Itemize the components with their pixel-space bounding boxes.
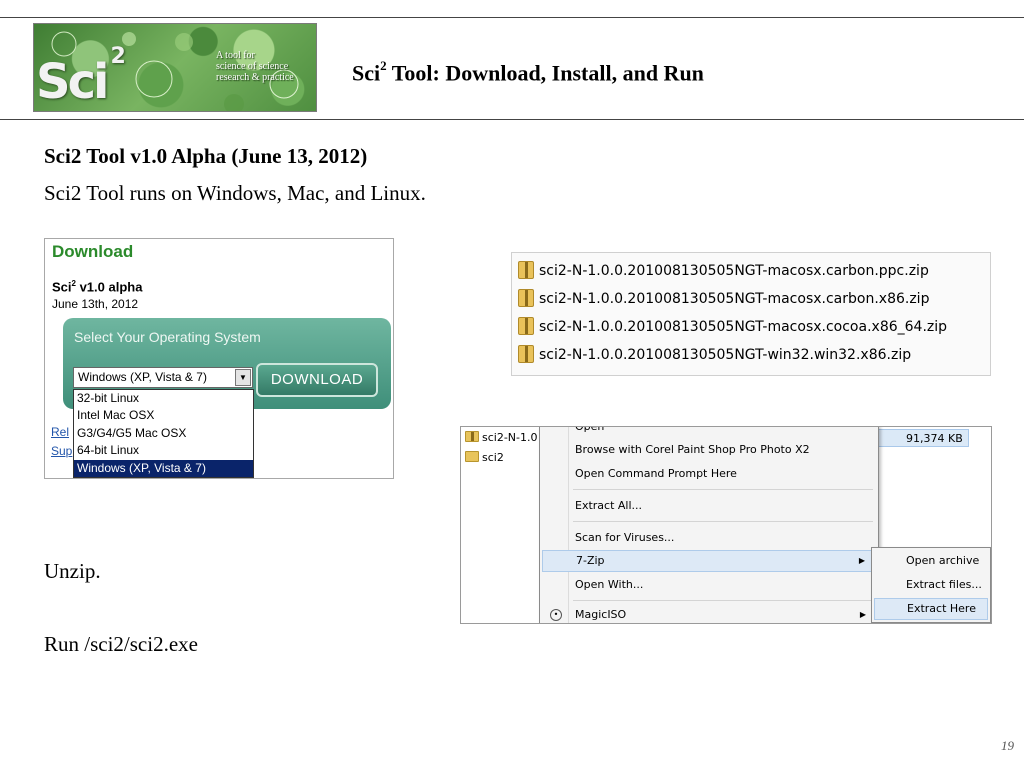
- folder-icon: [465, 451, 479, 462]
- menu-item-magiciso[interactable]: • MagicISO ▶: [542, 604, 874, 623]
- zip-folder-icon: [518, 317, 534, 335]
- zip-file-row[interactable]: sci2-N-1.0.0.201008130505NGT-macosx.carb…: [518, 287, 929, 311]
- zip-file-row[interactable]: sci2-N-1.0.0.201008130505NGT-macosx.coco…: [518, 315, 947, 339]
- os-select-value: Windows (XP, Vista & 7): [78, 370, 207, 384]
- download-panel: Download Sci2 v1.0 alpha June 13th, 2012…: [44, 238, 394, 479]
- logo-tagline: A tool for science of science research &…: [216, 50, 294, 83]
- os-option-intel-mac[interactable]: Intel Mac OSX: [74, 407, 253, 424]
- os-option-32bit-linux[interactable]: 32-bit Linux: [74, 390, 253, 407]
- menu-separator: [573, 489, 873, 490]
- dropdown-arrow-icon[interactable]: ▼: [235, 369, 251, 386]
- header-rule: [0, 119, 1024, 120]
- zip-file-row[interactable]: sci2-N-1.0.0.201008130505NGT-win32.win32…: [518, 343, 911, 367]
- context-menu: Open Browse with Corel Paint Shop Pro Ph…: [539, 427, 879, 623]
- zip-folder-icon: [518, 345, 534, 363]
- os-dropdown-list: 32-bit Linux Intel Mac OSX G3/G4/G5 Mac …: [73, 389, 254, 478]
- run-instruction: Run /sci2/sci2.exe: [44, 632, 198, 656]
- os-option-ppc-mac[interactable]: G3/G4/G5 Mac OSX: [74, 425, 253, 442]
- menu-item-open[interactable]: Open: [542, 427, 874, 438]
- menu-item-command-prompt[interactable]: Open Command Prompt Here: [542, 463, 874, 485]
- sci2-logo: Sci 2 A tool for science of science resea…: [33, 23, 317, 112]
- release-date: June 13th, 2012: [52, 297, 139, 311]
- support-link[interactable]: Sup: [51, 444, 72, 458]
- download-title: Download: [52, 242, 134, 261]
- 7zip-submenu: Open archive Extract files... Extract He…: [871, 547, 991, 623]
- zip-folder-icon: [465, 431, 479, 442]
- menu-item-scan-viruses[interactable]: Scan for Viruses...: [542, 527, 874, 549]
- menu-item-7zip[interactable]: 7-Zip ▶: [542, 550, 874, 572]
- explorer-row-label: sci2-N-1.0: [482, 431, 538, 444]
- submenu-extract-files[interactable]: Extract files...: [874, 574, 988, 596]
- explorer-row-folder[interactable]: sci2: [465, 449, 504, 467]
- menu-item-label: MagicISO: [575, 608, 627, 621]
- os-option-64bit-linux[interactable]: 64-bit Linux: [74, 442, 253, 459]
- os-select-label: Select Your Operating System: [74, 329, 261, 345]
- menu-separator: [573, 521, 873, 522]
- release-heading: Sci2 Tool v1.0 Alpha (June 13, 2012): [44, 144, 368, 168]
- os-option-windows[interactable]: Windows (XP, Vista & 7): [74, 459, 253, 477]
- zip-file-name: sci2-N-1.0.0.201008130505NGT-macosx.carb…: [539, 291, 930, 307]
- explorer-row-zip[interactable]: sci2-N-1.0: [465, 429, 538, 447]
- zip-file-row[interactable]: sci2-N-1.0.0.201008130505NGT-macosx.carb…: [518, 259, 929, 283]
- top-rule: [0, 17, 1024, 18]
- menu-item-label: 7-Zip: [576, 554, 605, 567]
- submenu-open-archive[interactable]: Open archive: [874, 550, 988, 572]
- submenu-extract-here[interactable]: Extract Here: [874, 598, 988, 620]
- unzip-instruction: Unzip.: [44, 559, 101, 583]
- logo-mark: Sci 2: [36, 44, 126, 110]
- version-label: Sci2 v1.0 alpha: [52, 279, 143, 295]
- page-number: 19: [1001, 738, 1014, 753]
- zip-folder-icon: [518, 261, 534, 279]
- menu-item-extract-all[interactable]: Extract All...: [542, 495, 874, 517]
- zip-file-name: sci2-N-1.0.0.201008130505NGT-win32.win32…: [539, 347, 912, 363]
- platform-note: Sci2 Tool runs on Windows, Mac, and Linu…: [44, 181, 426, 205]
- explorer-row-label: sci2: [482, 451, 504, 464]
- zip-file-list: sci2-N-1.0.0.201008130505NGT-macosx.carb…: [511, 252, 991, 376]
- menu-separator: [573, 600, 873, 601]
- submenu-arrow-icon: ▶: [859, 610, 866, 619]
- release-notes-link[interactable]: Rel: [51, 425, 69, 439]
- os-select[interactable]: Windows (XP, Vista & 7) ▼: [73, 367, 253, 388]
- submenu-arrow-icon: ▶: [858, 556, 865, 565]
- menu-item-open-with[interactable]: Open With...: [542, 574, 874, 596]
- zip-file-name: sci2-N-1.0.0.201008130505NGT-macosx.carb…: [539, 263, 929, 279]
- explorer-context-menu-screenshot: sci2-N-1.0 sci2 91,374 KB Open Browse wi…: [460, 426, 992, 624]
- zip-folder-icon: [518, 289, 534, 307]
- magiciso-icon: •: [550, 609, 562, 621]
- download-button[interactable]: DOWNLOAD: [256, 363, 378, 397]
- file-size-cell: 91,374 KB: [875, 429, 969, 447]
- zip-file-name: sci2-N-1.0.0.201008130505NGT-macosx.coco…: [539, 319, 948, 335]
- slide-title: Sci2 Tool: Download, Install, and Run: [352, 58, 704, 86]
- menu-item-browse-corel[interactable]: Browse with Corel Paint Shop Pro Photo X…: [542, 439, 874, 461]
